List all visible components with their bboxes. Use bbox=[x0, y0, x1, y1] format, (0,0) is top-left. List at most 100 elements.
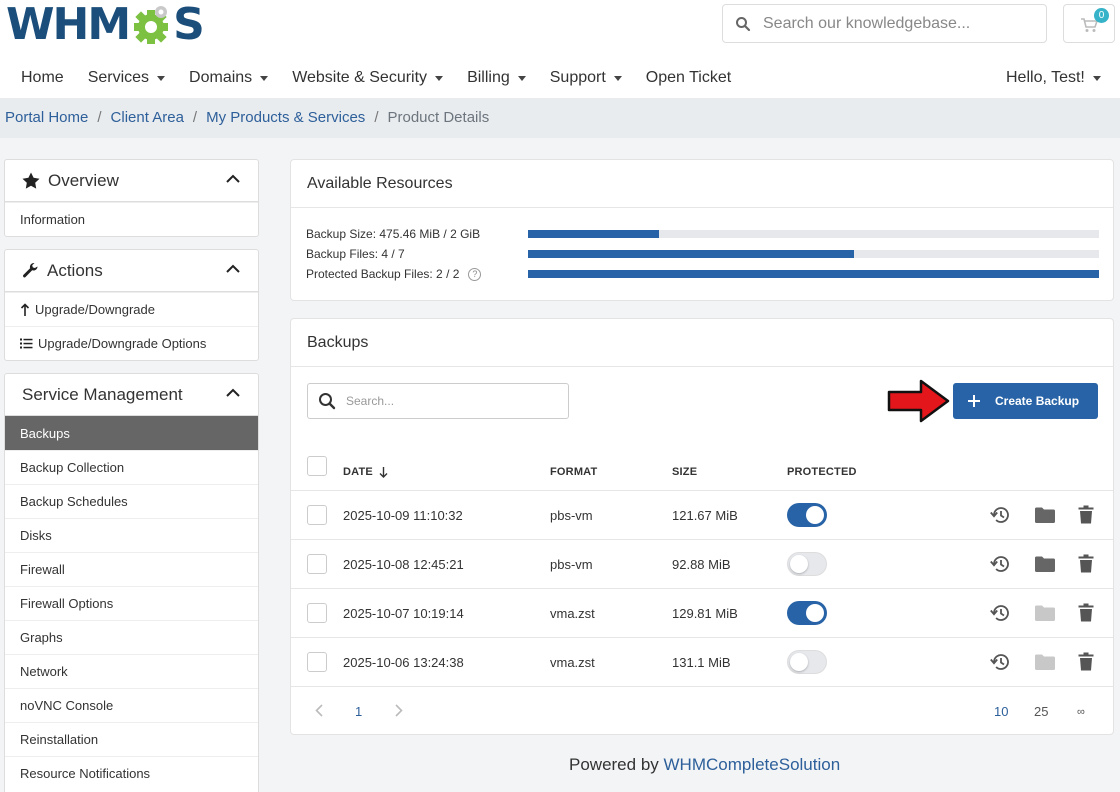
knowledgebase-search[interactable] bbox=[722, 4, 1047, 43]
create-backup-button[interactable]: Create Backup bbox=[953, 383, 1098, 419]
restore-icon[interactable] bbox=[990, 554, 1012, 574]
backup-size: 92.88 MiB bbox=[672, 557, 731, 572]
breadcrumb-products-services[interactable]: My Products & Services bbox=[206, 109, 365, 127]
sidebar-item-label: Backup Collection bbox=[20, 460, 125, 475]
search-icon bbox=[723, 16, 763, 32]
nav-item-label: Domains bbox=[189, 69, 253, 86]
protected-toggle[interactable] bbox=[787, 552, 827, 576]
sidebar-item-graphs[interactable]: Graphs bbox=[5, 620, 258, 654]
folder-icon[interactable] bbox=[1034, 506, 1056, 524]
folder-icon[interactable] bbox=[1034, 555, 1056, 573]
sort-arrow-down-icon bbox=[379, 466, 388, 478]
page-size-all[interactable]: ∞ bbox=[1077, 704, 1085, 720]
sidebar-item-resource-notifications[interactable]: Resource Notifications bbox=[5, 756, 258, 790]
nav-item-website-security[interactable]: Website & Security bbox=[292, 68, 444, 88]
sidebar-item-novnc-console[interactable]: noVNC Console bbox=[5, 688, 258, 722]
nav-item-domains[interactable]: Domains bbox=[189, 68, 269, 88]
row-checkbox[interactable] bbox=[307, 554, 327, 574]
sidebar-item-backup-collection[interactable]: Backup Collection bbox=[5, 450, 258, 484]
nav-item-label: Billing bbox=[467, 69, 510, 86]
toggle-knob bbox=[806, 506, 824, 524]
site-header: WHM S 0 Home Services Domains Website & Secu… bbox=[0, 0, 1120, 98]
trash-icon[interactable] bbox=[1078, 603, 1094, 622]
knowledgebase-search-input[interactable] bbox=[763, 14, 1033, 33]
trash-icon[interactable] bbox=[1078, 554, 1094, 573]
restore-icon[interactable] bbox=[990, 652, 1012, 672]
available-resources-title: Available Resources bbox=[291, 160, 1113, 208]
protected-toggle[interactable] bbox=[787, 601, 827, 625]
chevron-up-icon[interactable] bbox=[226, 264, 240, 273]
row-checkbox[interactable] bbox=[307, 652, 327, 672]
select-all-checkbox[interactable] bbox=[307, 456, 327, 476]
sidebar-item-reinstallation[interactable]: Reinstallation bbox=[5, 722, 258, 756]
nav-item-services[interactable]: Services bbox=[88, 68, 166, 88]
row-checkbox[interactable] bbox=[307, 603, 327, 623]
sidebar-item-upgrade-downgrade[interactable]: Upgrade/Downgrade bbox=[5, 292, 258, 326]
sidebar-item-label: Network bbox=[20, 664, 68, 679]
sidebar-overview-header[interactable]: Overview bbox=[5, 160, 258, 202]
nav-item-billing[interactable]: Billing bbox=[467, 68, 526, 88]
row-checkbox[interactable] bbox=[307, 505, 327, 525]
sidebar-item-firewall-options[interactable]: Firewall Options bbox=[5, 586, 258, 620]
backup-date: 2025-10-08 12:45:21 bbox=[343, 557, 464, 572]
backups-search[interactable] bbox=[307, 383, 569, 419]
nav-item-label: Website & Security bbox=[292, 69, 428, 86]
nav-item-open-ticket[interactable]: Open Ticket bbox=[646, 68, 731, 88]
protected-toggle[interactable] bbox=[787, 650, 827, 674]
backup-size: 131.1 MiB bbox=[672, 655, 731, 670]
sidebar-item-backups[interactable]: Backups bbox=[5, 416, 258, 450]
page-size-25[interactable]: 25 bbox=[1034, 704, 1048, 720]
resource-label-protected-files: Protected Backup Files: 2 / 2 ? bbox=[306, 266, 482, 282]
sidebar-actions-panel: Actions Upgrade/Downgrade Upgrade/Downgr… bbox=[4, 249, 259, 361]
page-size-10[interactable]: 10 bbox=[994, 704, 1008, 720]
column-header-date[interactable]: DATE bbox=[343, 465, 388, 479]
nav-item-support[interactable]: Support bbox=[550, 68, 622, 88]
whmcs-logo[interactable]: WHM S bbox=[6, 0, 205, 50]
chevron-right-icon[interactable] bbox=[395, 704, 403, 717]
gear-logo-icon bbox=[129, 3, 173, 47]
sidebar-item-label: Information bbox=[20, 212, 86, 227]
list-icon bbox=[20, 338, 33, 349]
resource-bar-fill bbox=[528, 250, 855, 258]
available-resources-card: Available Resources Backup Size: 475.46 … bbox=[290, 159, 1114, 301]
breadcrumb-separator: / bbox=[374, 109, 379, 126]
page-number[interactable]: 1 bbox=[355, 704, 362, 720]
chevron-left-icon[interactable] bbox=[315, 704, 323, 717]
sidebar-item-label: noVNC Console bbox=[20, 698, 114, 713]
trash-icon[interactable] bbox=[1078, 652, 1094, 671]
logo-text-left: WHM bbox=[6, 0, 131, 50]
cart-count-badge: 0 bbox=[1094, 8, 1109, 23]
nav-item-home[interactable]: Home bbox=[21, 68, 64, 88]
restore-icon[interactable] bbox=[990, 505, 1012, 525]
breadcrumb-portal-home[interactable]: Portal Home bbox=[5, 109, 88, 127]
sidebar-item-information[interactable]: Information bbox=[5, 202, 258, 236]
resource-label-backup-size: Backup Size: 475.46 MiB / 2 GiB bbox=[306, 226, 480, 242]
restore-icon[interactable] bbox=[990, 603, 1012, 623]
sidebar-item-firewall[interactable]: Firewall bbox=[5, 552, 258, 586]
sidebar-item-backup-schedules[interactable]: Backup Schedules bbox=[5, 484, 258, 518]
folder-icon bbox=[1034, 653, 1056, 671]
sidebar-item-label: Firewall bbox=[20, 562, 65, 577]
backups-title: Backups bbox=[291, 319, 1113, 367]
sidebar-item-disks[interactable]: Disks bbox=[5, 518, 258, 552]
sidebar-item-network[interactable]: Network bbox=[5, 654, 258, 688]
chevron-up-icon[interactable] bbox=[226, 174, 240, 183]
sidebar-item-label: Graphs bbox=[20, 630, 63, 645]
backup-size: 121.67 MiB bbox=[672, 508, 738, 523]
sidebar-item-upgrade-downgrade-options[interactable]: Upgrade/Downgrade Options bbox=[5, 326, 258, 360]
breadcrumb-client-area[interactable]: Client Area bbox=[111, 109, 184, 127]
sidebar-actions-header[interactable]: Actions bbox=[5, 250, 258, 292]
protected-toggle[interactable] bbox=[787, 503, 827, 527]
trash-icon[interactable] bbox=[1078, 505, 1094, 524]
cart-button[interactable]: 0 bbox=[1063, 4, 1115, 43]
sidebar-service-management-header[interactable]: Service Management bbox=[5, 374, 258, 416]
user-menu[interactable]: Hello, Test! bbox=[1006, 68, 1101, 88]
chevron-up-icon[interactable] bbox=[226, 388, 240, 397]
sidebar-service-management-panel: Service Management Backups Backup Collect… bbox=[4, 373, 259, 792]
nav-item-label: Home bbox=[21, 69, 64, 86]
breadcrumb-separator: / bbox=[192, 109, 198, 126]
table-row: 2025-10-06 13:24:38 vma.zst 131.1 MiB bbox=[291, 637, 1113, 686]
help-circle-icon[interactable]: ? bbox=[468, 267, 482, 281]
backups-search-input[interactable] bbox=[346, 394, 556, 408]
footer-link[interactable]: WHMCompleteSolution bbox=[664, 755, 841, 774]
